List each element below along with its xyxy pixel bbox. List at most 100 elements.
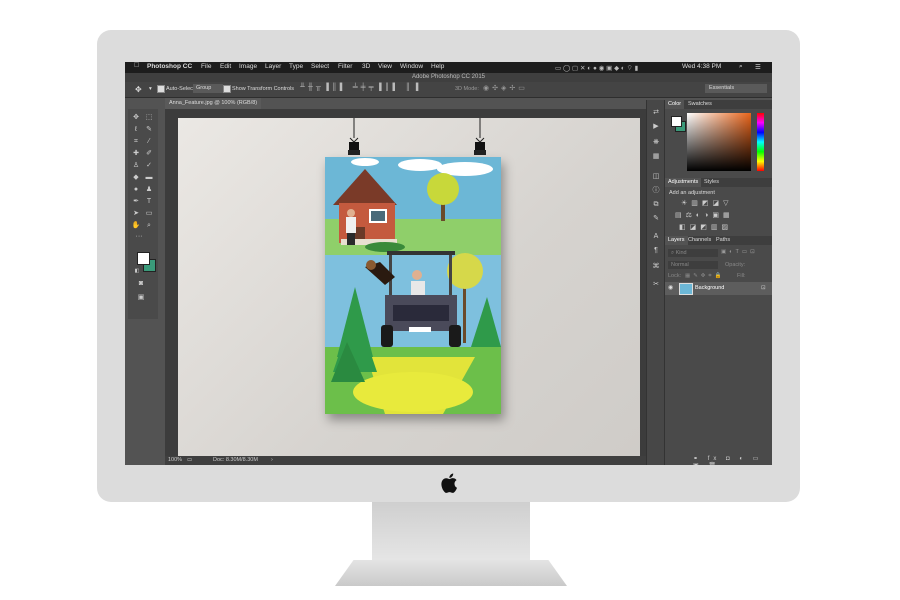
menu-select[interactable]: Select xyxy=(311,63,329,70)
blend-mode-dropdown[interactable]: Normal xyxy=(668,261,718,269)
menu-window[interactable]: Window xyxy=(400,63,423,70)
hue-slider[interactable] xyxy=(757,113,764,171)
path-select-icon[interactable]: ➤ xyxy=(131,209,141,218)
color-panel-header: Color Swatches xyxy=(665,100,772,109)
opacity-label: Opacity: xyxy=(725,262,746,268)
adjustment-icons-row-2[interactable]: ▤⚖◐◑▣▦ xyxy=(675,211,734,219)
poster-artwork xyxy=(325,157,501,414)
glyphs-panel-icon[interactable]: ⌘ xyxy=(651,262,661,271)
libraries-panel-icon[interactable]: ◫ xyxy=(651,172,661,181)
tool-preset-dropdown-icon[interactable]: ▾ xyxy=(149,86,152,92)
adjustment-icons-row-1[interactable]: ☀▥◩◪▽ xyxy=(681,199,733,207)
window-title: Adobe Photoshop CC 2015 xyxy=(411,74,486,80)
move-tool-icon[interactable]: ✥ xyxy=(135,85,142,94)
properties-panel-icon[interactable]: ❋ xyxy=(651,138,661,147)
menu-view[interactable]: View xyxy=(378,63,392,70)
layer-filter-kind[interactable]: ⌕ Kind xyxy=(668,249,718,257)
more-tools-icon[interactable]: ··· xyxy=(134,232,144,241)
tab-adjustments[interactable]: Adjustments xyxy=(665,178,702,187)
document-tab[interactable]: Anna_Feature.jpg @ 100% (RGB/8) xyxy=(165,98,261,109)
menu-image[interactable]: Image xyxy=(239,63,257,70)
type-tool-icon[interactable]: T xyxy=(144,197,154,206)
menu-edit[interactable]: Edit xyxy=(220,63,231,70)
pen-tool-icon[interactable]: ✒ xyxy=(131,197,141,206)
actions-panel-icon[interactable]: ▶ xyxy=(651,122,661,131)
layer-filter-icons[interactable]: ▣◐T▭⊡ xyxy=(721,249,758,255)
zoom-level[interactable]: 100% xyxy=(168,456,182,465)
quick-mask-icon[interactable]: ◙ xyxy=(136,279,146,288)
crop-tool-icon[interactable]: ⌗ xyxy=(131,137,141,146)
app-name-menu[interactable]: Photoshop CC xyxy=(147,63,192,70)
layer-name[interactable]: Background xyxy=(695,285,724,291)
person-figure xyxy=(346,209,356,245)
menu-bar:  Photoshop CC File Edit Image Layer Typ… xyxy=(125,62,772,73)
apple-logo-icon xyxy=(441,473,457,493)
clone-source-icon[interactable]: ⧉ xyxy=(651,200,661,209)
clone-stamp-icon[interactable]: ♙ xyxy=(131,161,141,170)
tab-swatches[interactable]: Swatches xyxy=(685,100,715,109)
blur-tool-icon[interactable]: ● xyxy=(131,185,141,194)
history-panel-icon[interactable]: ⇄ xyxy=(651,108,661,117)
align-buttons[interactable]: ╨╫╥▐║▌ ╧╪╤▐║▌ ║▐ xyxy=(300,84,421,91)
tab-channels[interactable]: Channels xyxy=(685,236,714,245)
brush-presets-icon[interactable]: ✎ xyxy=(651,214,661,223)
menu-3d[interactable]: 3D xyxy=(362,63,370,70)
character-panel-icon[interactable]: A xyxy=(651,232,661,241)
auto-select-dropdown[interactable]: Group xyxy=(193,84,224,93)
adjustment-icons-row-3[interactable]: ◧◪◩▥▨ xyxy=(679,223,732,231)
shape-tool-icon[interactable]: ▭ xyxy=(144,209,154,218)
paragraph-panel-icon[interactable]: ¶ xyxy=(651,246,661,255)
tab-styles[interactable]: Styles xyxy=(701,178,722,187)
window-title-bar: Adobe Photoshop CC 2015 xyxy=(125,73,772,82)
brush-tool-icon[interactable]: ✐ xyxy=(144,149,154,158)
show-transform-checkbox[interactable] xyxy=(223,85,231,93)
poster-clip-left-icon xyxy=(348,118,360,155)
move-tool-icon[interactable]: ✥ xyxy=(131,113,141,122)
hand-tool-icon[interactable]: ✋ xyxy=(131,221,141,230)
menu-file[interactable]: File xyxy=(201,63,211,70)
layer-action-buttons[interactable]: ⚭ fx ◘ ◐ ▭ ▣ 🗑 xyxy=(693,455,772,465)
history-brush-icon[interactable]: ✓ xyxy=(144,161,154,170)
lasso-tool-icon[interactable]: ℓ xyxy=(131,125,141,134)
panel-foreground-swatch[interactable] xyxy=(671,116,682,127)
status-menu-icon[interactable]: › xyxy=(271,456,273,465)
notification-center-icon[interactable]: ☰ xyxy=(755,63,761,71)
tab-paths[interactable]: Paths xyxy=(713,236,733,245)
dodge-tool-icon[interactable]: ♟ xyxy=(144,185,154,194)
menu-filter[interactable]: Filter xyxy=(338,63,352,70)
foreground-color-swatch[interactable] xyxy=(137,252,150,265)
menu-clock: Wed 4:38 PM xyxy=(682,63,722,70)
apple-menu-icon[interactable]:  xyxy=(134,62,139,69)
workspace-dropdown[interactable]: Essentials xyxy=(705,84,767,93)
tool-presets-icon[interactable]: ✂ xyxy=(651,280,661,289)
right-panels: Color Swatches Adjustments Styles Add an… xyxy=(664,100,772,465)
fill-label: Fill: xyxy=(737,273,746,279)
info-panel-icon[interactable]: ⓘ xyxy=(651,186,661,195)
healing-brush-icon[interactable]: ✚ xyxy=(131,149,141,158)
menu-help[interactable]: Help xyxy=(431,63,444,70)
marquee-tool-icon[interactable]: ⬚ xyxy=(144,113,154,122)
eyedropper-tool-icon[interactable]: ⁄ xyxy=(144,137,154,146)
eraser-tool-icon[interactable]: ◆ xyxy=(131,173,141,182)
brush-panel-icon[interactable]: ▦ xyxy=(651,152,661,161)
adjustments-panel-header: Adjustments Styles xyxy=(665,178,772,187)
poster-clip-right-icon xyxy=(474,118,486,155)
quick-select-tool-icon[interactable]: ✎ xyxy=(144,125,154,134)
menu-layer[interactable]: Layer xyxy=(265,63,281,70)
tab-color[interactable]: Color xyxy=(665,100,685,109)
zoom-tool-icon[interactable]: ⌕ xyxy=(144,221,154,230)
auto-select-label: Auto-Select: xyxy=(166,86,196,92)
gradient-tool-icon[interactable]: ▬ xyxy=(144,173,154,182)
monitor-stand xyxy=(372,502,530,562)
3d-mode-buttons[interactable]: ◉✣◈✢▭ xyxy=(483,84,528,92)
status-icon: ▭ xyxy=(187,457,193,463)
color-picker-field[interactable] xyxy=(687,113,751,171)
layer-visibility-eye-icon[interactable]: ◉ xyxy=(668,284,673,291)
screen-mode-icon[interactable]: ▣ xyxy=(136,293,146,302)
layer-row[interactable]: ◉ Background ⊡ xyxy=(665,282,772,295)
lock-icons[interactable]: ▦✎✥⌗🔒 xyxy=(685,273,724,280)
menu-type[interactable]: Type xyxy=(289,63,303,70)
spotlight-icon[interactable]: ⌕ xyxy=(739,63,743,71)
default-colors-icon[interactable]: ◧ xyxy=(132,267,142,276)
auto-select-checkbox[interactable] xyxy=(157,85,165,93)
